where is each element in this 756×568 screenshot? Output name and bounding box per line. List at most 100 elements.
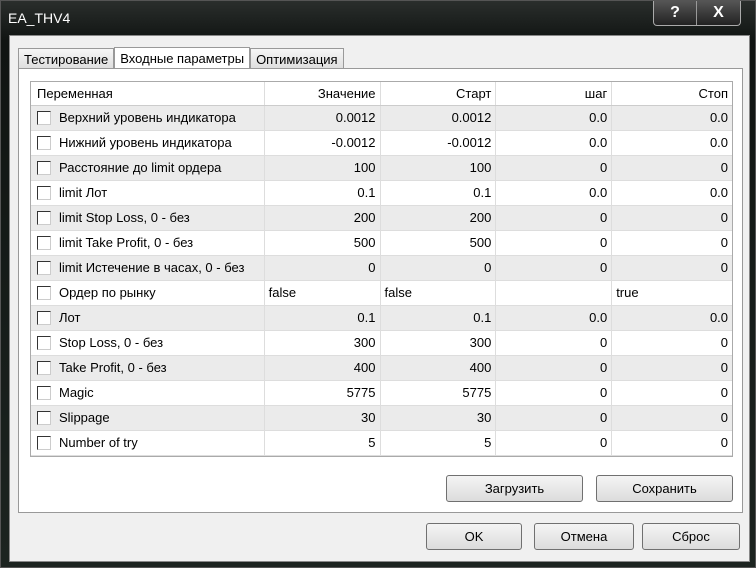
step-cell[interactable]: 0: [496, 381, 613, 405]
optimize-checkbox[interactable]: [37, 211, 51, 225]
value-cell[interactable]: 0.1: [265, 181, 381, 205]
value-cell[interactable]: 30: [265, 406, 381, 430]
optimize-checkbox[interactable]: [37, 411, 51, 425]
step-cell[interactable]: 0: [496, 256, 613, 280]
start-cell[interactable]: 5: [381, 431, 497, 455]
step-cell[interactable]: 0.0: [496, 131, 613, 155]
table-row[interactable]: Расстояние до limit ордера 100 100 0 0: [31, 156, 732, 181]
table-row[interactable]: Number of try 5 5 0 0: [31, 431, 732, 456]
stop-cell[interactable]: 0: [612, 356, 732, 380]
table-row[interactable]: Верхний уровень индикатора 0.0012 0.0012 0.…: [31, 106, 732, 131]
header-start[interactable]: Старт: [381, 82, 497, 105]
step-cell[interactable]: [496, 281, 613, 305]
step-cell[interactable]: 0: [496, 431, 613, 455]
value-cell[interactable]: false: [265, 281, 381, 305]
value-cell[interactable]: 5775: [265, 381, 381, 405]
optimize-checkbox[interactable]: [37, 311, 51, 325]
stop-cell[interactable]: 0: [612, 431, 732, 455]
value-cell[interactable]: 500: [265, 231, 381, 255]
stop-cell[interactable]: 0: [612, 206, 732, 230]
value-cell[interactable]: 0: [265, 256, 381, 280]
stop-cell[interactable]: 0.0: [612, 306, 732, 330]
help-button[interactable]: ?: [654, 1, 697, 25]
tab-testing[interactable]: Тестирование: [18, 48, 115, 70]
optimize-checkbox[interactable]: [37, 361, 51, 375]
optimize-checkbox[interactable]: [37, 161, 51, 175]
optimize-checkbox[interactable]: [37, 436, 51, 450]
stop-cell[interactable]: 0.0: [612, 106, 732, 130]
step-cell[interactable]: 0: [496, 156, 613, 180]
variable-cell: Take Profit, 0 - без: [31, 356, 265, 380]
start-cell[interactable]: 0: [381, 256, 497, 280]
step-cell[interactable]: 0: [496, 356, 613, 380]
table-row[interactable]: limit Истечение в часах, 0 - без 0 0 0 0: [31, 256, 732, 281]
step-cell[interactable]: 0: [496, 406, 613, 430]
table-row[interactable]: limit Take Profit, 0 - без 500 500 0 0: [31, 231, 732, 256]
tab-optimization[interactable]: Оптимизация: [250, 48, 344, 70]
save-button[interactable]: Сохранить: [596, 475, 733, 502]
header-stop[interactable]: Стоп: [612, 82, 732, 105]
start-cell[interactable]: 300: [381, 331, 497, 355]
table-row[interactable]: Ордер по рынку false false true: [31, 281, 732, 306]
stop-cell[interactable]: 0.0: [612, 131, 732, 155]
value-cell[interactable]: 100: [265, 156, 381, 180]
step-cell[interactable]: 0: [496, 206, 613, 230]
optimize-checkbox[interactable]: [37, 136, 51, 150]
start-cell[interactable]: -0.0012: [381, 131, 497, 155]
value-cell[interactable]: 5: [265, 431, 381, 455]
stop-cell[interactable]: 0: [612, 406, 732, 430]
start-cell[interactable]: 400: [381, 356, 497, 380]
table-row[interactable]: Magic 5775 5775 0 0: [31, 381, 732, 406]
stop-cell[interactable]: 0: [612, 331, 732, 355]
step-cell[interactable]: 0.0: [496, 306, 613, 330]
header-value[interactable]: Значение: [265, 82, 381, 105]
value-cell[interactable]: 400: [265, 356, 381, 380]
start-cell[interactable]: false: [381, 281, 497, 305]
optimize-checkbox[interactable]: [37, 336, 51, 350]
table-row[interactable]: Take Profit, 0 - без 400 400 0 0: [31, 356, 732, 381]
start-cell[interactable]: 0.1: [381, 306, 497, 330]
header-step[interactable]: шаг: [496, 82, 613, 105]
table-row[interactable]: Лот 0.1 0.1 0.0 0.0: [31, 306, 732, 331]
step-cell[interactable]: 0: [496, 331, 613, 355]
start-cell[interactable]: 0.0012: [381, 106, 497, 130]
optimize-checkbox[interactable]: [37, 186, 51, 200]
optimize-checkbox[interactable]: [37, 111, 51, 125]
variable-cell: limit Take Profit, 0 - без: [31, 231, 265, 255]
value-cell[interactable]: 300: [265, 331, 381, 355]
table-row[interactable]: limit Лот 0.1 0.1 0.0 0.0: [31, 181, 732, 206]
step-cell[interactable]: 0.0: [496, 181, 613, 205]
start-cell[interactable]: 200: [381, 206, 497, 230]
table-row[interactable]: Slippage 30 30 0 0: [31, 406, 732, 431]
value-cell[interactable]: 200: [265, 206, 381, 230]
load-button[interactable]: Загрузить: [446, 475, 583, 502]
start-cell[interactable]: 30: [381, 406, 497, 430]
optimize-checkbox[interactable]: [37, 236, 51, 250]
optimize-checkbox[interactable]: [37, 261, 51, 275]
start-cell[interactable]: 100: [381, 156, 497, 180]
optimize-checkbox[interactable]: [37, 386, 51, 400]
stop-cell[interactable]: 0: [612, 231, 732, 255]
table-row[interactable]: Нижний уровень индикатора -0.0012 -0.0012 0…: [31, 131, 732, 156]
optimize-checkbox[interactable]: [37, 286, 51, 300]
table-row[interactable]: Stop Loss, 0 - без 300 300 0 0: [31, 331, 732, 356]
step-cell[interactable]: 0: [496, 231, 613, 255]
header-variable[interactable]: Переменная: [31, 82, 265, 105]
stop-cell[interactable]: 0.0: [612, 181, 732, 205]
value-cell[interactable]: 0.1: [265, 306, 381, 330]
start-cell[interactable]: 500: [381, 231, 497, 255]
start-cell[interactable]: 0.1: [381, 181, 497, 205]
start-cell[interactable]: 5775: [381, 381, 497, 405]
close-button[interactable]: X: [697, 1, 740, 25]
stop-cell[interactable]: 0: [612, 381, 732, 405]
reset-button[interactable]: Сброс: [642, 523, 740, 550]
stop-cell[interactable]: true: [612, 281, 732, 305]
stop-cell[interactable]: 0: [612, 156, 732, 180]
value-cell[interactable]: -0.0012: [265, 131, 381, 155]
cancel-button[interactable]: Отмена: [534, 523, 634, 550]
stop-cell[interactable]: 0: [612, 256, 732, 280]
value-cell[interactable]: 0.0012: [265, 106, 381, 130]
ok-button[interactable]: OK: [426, 523, 522, 550]
step-cell[interactable]: 0.0: [496, 106, 613, 130]
table-row[interactable]: limit Stop Loss, 0 - без 200 200 0 0: [31, 206, 732, 231]
